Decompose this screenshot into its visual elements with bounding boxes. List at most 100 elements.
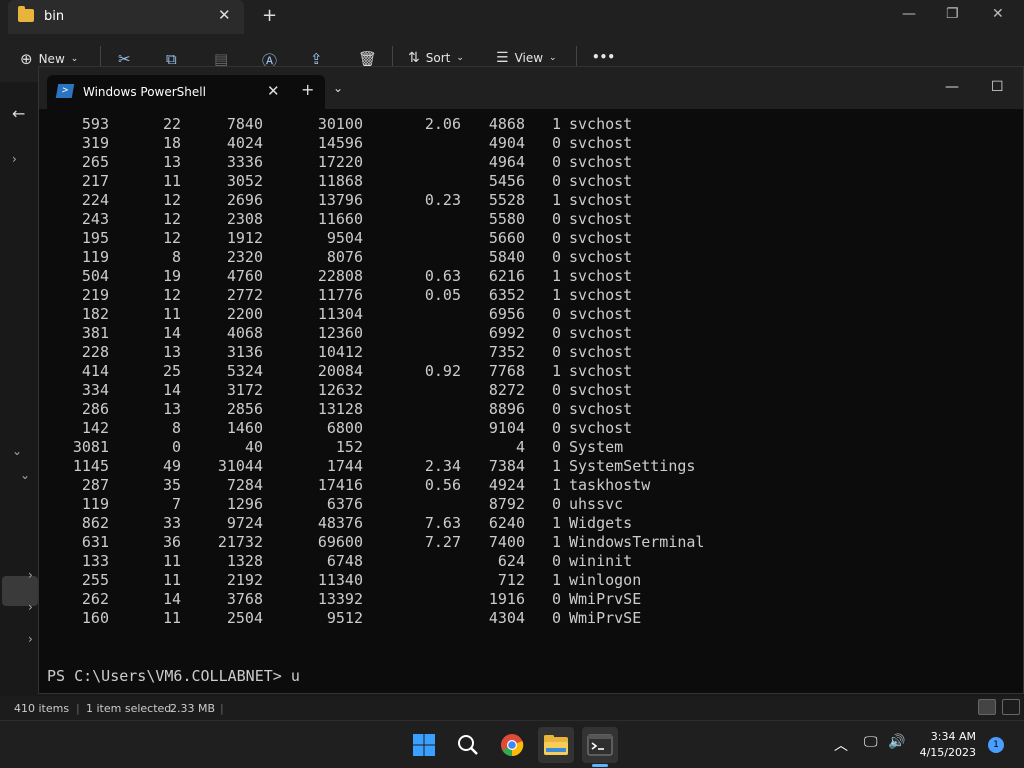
new-label: New (38, 52, 65, 66)
process-cell: 4760 (226, 267, 263, 285)
process-cell: 265 (81, 153, 109, 171)
details-view-button[interactable] (978, 699, 996, 715)
process-cell: 11 (162, 571, 181, 589)
process-cell: 1 (551, 514, 561, 532)
maximize-icon[interactable]: ☐ (991, 79, 1004, 95)
process-cell: 862 (81, 514, 109, 532)
process-cell: 1916 (488, 590, 525, 608)
process-cell: 1460 (226, 419, 263, 437)
search-button[interactable] (450, 727, 486, 763)
process-cell: 8792 (488, 495, 525, 513)
tiles-view-button[interactable] (1002, 699, 1020, 715)
status-divider: | (220, 702, 224, 715)
close-window-icon[interactable]: ✕ (992, 6, 1004, 22)
clock-date: 4/15/2023 (919, 746, 976, 759)
clock-time: 3:34 AM (930, 730, 976, 743)
process-cell: 18 (162, 134, 181, 152)
process-cell: 224 (81, 191, 109, 209)
process-cell: 414 (81, 362, 109, 380)
maximize-icon[interactable]: ❐ (946, 6, 959, 22)
process-cell: svchost (569, 381, 633, 399)
process-cell: 4024 (226, 134, 263, 152)
process-cell: 4964 (488, 153, 525, 171)
process-cell: 8272 (488, 381, 525, 399)
process-cell: 1 (551, 571, 561, 589)
volume-icon[interactable]: 🔊 (888, 734, 905, 750)
process-cell: 9512 (326, 609, 363, 627)
chevron-down-icon[interactable]: ⌄ (12, 444, 22, 458)
chevron-up-icon[interactable]: ︿ (834, 735, 848, 755)
more-options-button[interactable]: ••• (592, 50, 615, 64)
process-cell: 8 (171, 248, 181, 266)
process-cell: 195 (81, 229, 109, 247)
process-cell: 6956 (488, 305, 525, 323)
process-cell: 17416 (317, 476, 363, 494)
new-tab-icon[interactable]: + (301, 80, 314, 99)
close-icon[interactable]: ✕ (267, 82, 280, 100)
minimize-icon[interactable]: — (945, 79, 959, 95)
terminal-output[interactable]: 593 22 7840 30100 2.06 4868 1 svchost 319 18 4024 1… (39, 115, 1023, 695)
start-button[interactable] (406, 727, 442, 763)
process-cell: svchost (569, 362, 633, 380)
process-cell: 1328 (226, 552, 263, 570)
search-icon (458, 735, 478, 755)
chevron-right-icon[interactable]: › (28, 600, 33, 614)
process-cell: svchost (569, 324, 633, 342)
process-cell: svchost (569, 134, 633, 152)
process-cell: 0 (551, 324, 561, 342)
process-cell: 0 (551, 229, 561, 247)
process-cell: 4304 (488, 609, 525, 627)
new-tab-icon[interactable]: + (262, 5, 277, 26)
chevron-right-icon[interactable]: › (12, 152, 17, 166)
windows-terminal-window: > Windows PowerShell ✕ + ⌄ — ☐ 593 22 7840… (38, 66, 1024, 694)
process-cell: 631 (81, 533, 109, 551)
process-cell: 11776 (317, 286, 363, 304)
process-cell: 2200 (226, 305, 263, 323)
notification-badge[interactable]: 1 (988, 737, 1004, 753)
process-cell: svchost (569, 343, 633, 361)
process-cell: 1 (551, 457, 561, 475)
command-prompt[interactable]: PS C:\Users\VM6.COLLABNET> u (47, 667, 300, 685)
process-cell: 12360 (317, 324, 363, 342)
terminal-tab-bar: > Windows PowerShell ✕ + ⌄ — ☐ (39, 67, 1023, 109)
file-explorer-button[interactable] (538, 727, 574, 763)
process-cell: svchost (569, 153, 633, 171)
close-icon[interactable]: ✕ (218, 6, 231, 24)
process-cell: 6800 (326, 419, 363, 437)
process-cell: wininit (569, 552, 633, 570)
terminal-button[interactable] (582, 727, 618, 763)
process-cell: 0 (551, 495, 561, 513)
process-cell: 9504 (326, 229, 363, 247)
view-button[interactable]: ☰ View ⌄ (496, 50, 557, 66)
process-cell: 287 (81, 476, 109, 494)
minimize-icon[interactable]: — (902, 6, 916, 22)
chevron-right-icon[interactable]: › (28, 632, 33, 646)
process-cell: 1 (551, 115, 561, 133)
process-cell: 334 (81, 381, 109, 399)
back-arrow-icon[interactable]: ← (12, 104, 25, 123)
powershell-tab[interactable]: > Windows PowerShell ✕ (47, 75, 325, 109)
chevron-down-icon[interactable]: ⌄ (20, 468, 30, 482)
process-cell: System (569, 438, 624, 456)
process-cell: 142 (81, 419, 109, 437)
process-cell: 0 (551, 400, 561, 418)
process-cell: 0 (551, 552, 561, 570)
clock[interactable]: 3:34 AM 4/15/2023 (918, 729, 976, 761)
process-cell: taskhostw (569, 476, 651, 494)
process-cell: 13 (162, 400, 181, 418)
sort-button[interactable]: ⇅ Sort ⌄ (408, 50, 464, 66)
chevron-right-icon[interactable]: › (28, 568, 33, 582)
process-cell: 69600 (317, 533, 363, 551)
process-cell: svchost (569, 419, 633, 437)
process-cell: 217 (81, 172, 109, 190)
process-cell: 255 (81, 571, 109, 589)
process-cell: 0 (551, 153, 561, 171)
network-icon[interactable]: 🖵 (864, 734, 878, 750)
explorer-tab[interactable]: bin ✕ (8, 0, 244, 34)
process-cell: 11660 (317, 210, 363, 228)
status-divider: | (76, 702, 80, 715)
chrome-button[interactable] (494, 727, 530, 763)
process-cell: 182 (81, 305, 109, 323)
process-cell: 21732 (217, 533, 263, 551)
chevron-down-icon[interactable]: ⌄ (333, 81, 343, 95)
